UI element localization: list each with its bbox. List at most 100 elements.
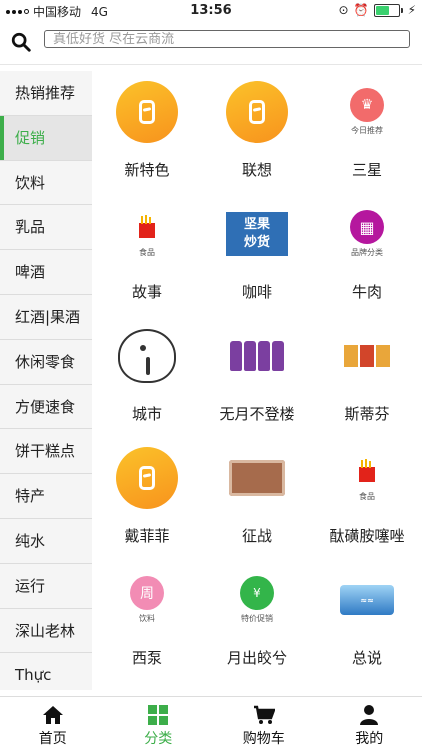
brand-thumbnail bbox=[108, 323, 186, 389]
food-badge-icon: 食品 bbox=[350, 454, 384, 502]
category-icon bbox=[148, 705, 168, 725]
orange-brand-logo-icon bbox=[116, 447, 178, 509]
tab-cart[interactable]: 购物车 bbox=[211, 697, 317, 751]
brand-name: 三星 bbox=[312, 159, 422, 180]
tab-cart-label: 购物车 bbox=[243, 731, 285, 747]
brand-grid-item[interactable]: ¥特价促销月出皎兮 bbox=[202, 559, 312, 681]
brand-category-icon: ▦品牌分类 bbox=[350, 210, 384, 258]
brand-name: 牛肉 bbox=[312, 281, 422, 302]
brand-thumbnail: ♛今日推荐 bbox=[328, 79, 406, 145]
brand-thumbnail: 食品 bbox=[328, 445, 406, 511]
sidebar-item[interactable]: 深山老林 bbox=[0, 609, 92, 654]
banner-line: 炒货 bbox=[226, 234, 288, 252]
sidebar-item[interactable]: 休闲零食 bbox=[0, 340, 92, 385]
sidebar-item[interactable]: 纯水 bbox=[0, 519, 92, 564]
brand-name: 总说 bbox=[312, 647, 422, 668]
brand-name: 新特色 bbox=[92, 159, 202, 180]
battery-icon bbox=[374, 4, 400, 17]
thumb-caption: 食品 bbox=[139, 247, 155, 258]
brand-thumbnail: ¥特价促销 bbox=[218, 567, 296, 633]
sidebar-item[interactable]: 啤酒 bbox=[0, 250, 92, 295]
sidebar-item[interactable]: 饼干糕点 bbox=[0, 429, 92, 474]
drink-badge-icon: 周饮料 bbox=[130, 576, 164, 624]
elephant-logo-icon bbox=[118, 329, 176, 383]
cart-icon bbox=[253, 705, 275, 725]
orange-brand-logo-icon bbox=[116, 81, 178, 143]
search-bar bbox=[0, 22, 422, 65]
thumb-caption: 特价促销 bbox=[241, 613, 273, 624]
brand-grid-item[interactable]: 新特色 bbox=[92, 71, 202, 193]
sidebar-item[interactable]: Thực bbox=[0, 653, 92, 690]
status-bar: 中国移动 4G 13:56 ⊙ ⏰ ⚡ bbox=[0, 0, 422, 22]
snack-box-image bbox=[229, 460, 285, 496]
tab-home-label: 首页 bbox=[39, 731, 67, 747]
drink-bottles-image bbox=[230, 341, 284, 371]
brand-thumbnail bbox=[108, 445, 186, 511]
brand-thumbnail bbox=[218, 445, 296, 511]
brand-name: 西泵 bbox=[92, 647, 202, 668]
brand-grid-item[interactable]: 周饮料西泵 bbox=[92, 559, 202, 681]
sidebar-item[interactable]: 热销推荐 bbox=[0, 71, 92, 116]
brand-thumbnail: 坚果炒货 bbox=[218, 201, 296, 267]
sidebar-item[interactable]: 饮料 bbox=[0, 161, 92, 206]
aquafina-logo-icon: ≈≈ bbox=[340, 585, 394, 615]
tab-mine[interactable]: 我的 bbox=[317, 697, 422, 751]
sidebar-item[interactable]: 促销 bbox=[0, 116, 92, 161]
brand-name: 征战 bbox=[202, 525, 312, 546]
tab-mine-label: 我的 bbox=[355, 731, 383, 747]
sidebar-item[interactable]: 方便速食 bbox=[0, 385, 92, 430]
brand-name: 无月不登楼 bbox=[202, 403, 312, 424]
brand-name: 戴菲菲 bbox=[92, 525, 202, 546]
brand-thumbnail: ≈≈ bbox=[328, 567, 406, 633]
brand-thumbnail: 周饮料 bbox=[108, 567, 186, 633]
sidebar-item[interactable]: 乳品 bbox=[0, 205, 92, 250]
brand-grid: 新特色联想♛今日推荐三星食品故事坚果炒货咖啡▦品牌分类牛肉城市无月不登楼斯蒂芬戴… bbox=[92, 71, 422, 690]
search-icon[interactable] bbox=[10, 31, 32, 53]
brand-thumbnail bbox=[218, 79, 296, 145]
food-badge-icon: 食品 bbox=[130, 210, 164, 258]
sidebar-item[interactable]: 运行 bbox=[0, 564, 92, 609]
brand-thumbnail bbox=[218, 323, 296, 389]
charging-icon: ⚡ bbox=[408, 3, 416, 17]
brand-name: 城市 bbox=[92, 403, 202, 424]
brand-grid-item[interactable]: 食品故事 bbox=[92, 193, 202, 315]
tab-category-label: 分类 bbox=[144, 731, 172, 747]
special-offer-icon: ¥特价促销 bbox=[240, 576, 274, 624]
brand-grid-item[interactable]: 城市 bbox=[92, 315, 202, 437]
thumb-caption: 品牌分类 bbox=[351, 247, 383, 258]
crown-badge-icon: ♛今日推荐 bbox=[350, 88, 384, 136]
brand-thumbnail bbox=[328, 323, 406, 389]
brand-grid-item[interactable]: ≈≈ 总说 bbox=[312, 559, 422, 681]
tab-home[interactable]: 首页 bbox=[0, 697, 106, 751]
thumb-caption: 饮料 bbox=[139, 613, 155, 624]
brand-grid-item[interactable]: 无月不登楼 bbox=[202, 315, 312, 437]
brand-grid-item[interactable]: 斯蒂芬 bbox=[312, 315, 422, 437]
orange-brand-logo-icon bbox=[226, 81, 288, 143]
sidebar-item[interactable]: 红酒|果酒 bbox=[0, 295, 92, 340]
brand-name: 故事 bbox=[92, 281, 202, 302]
category-sidebar: 热销推荐促销饮料乳品啤酒红酒|果酒休闲零食方便速食饼干糕点特产纯水运行深山老林T… bbox=[0, 71, 92, 690]
brand-grid-item[interactable]: 坚果炒货咖啡 bbox=[202, 193, 312, 315]
brand-name: 联想 bbox=[202, 159, 312, 180]
noodle-cups-image bbox=[344, 345, 390, 367]
brand-thumbnail bbox=[108, 79, 186, 145]
brand-thumbnail: ▦品牌分类 bbox=[328, 201, 406, 267]
brand-grid-item[interactable]: 联想 bbox=[202, 71, 312, 193]
brand-grid-item[interactable]: 戴菲菲 bbox=[92, 437, 202, 559]
brand-grid-item[interactable]: ♛今日推荐三星 bbox=[312, 71, 422, 193]
sidebar-item[interactable]: 特产 bbox=[0, 474, 92, 519]
home-icon bbox=[42, 705, 64, 725]
thumb-caption: 今日推荐 bbox=[351, 125, 383, 136]
brand-grid-item[interactable]: ▦品牌分类牛肉 bbox=[312, 193, 422, 315]
brand-grid-item[interactable]: 食品酞磺胺噻唑 bbox=[312, 437, 422, 559]
alarm-icon: ⏰ bbox=[354, 3, 369, 17]
bottom-tab-bar: 首页 分类 购物车 我的 bbox=[0, 696, 422, 751]
user-icon bbox=[360, 705, 378, 725]
banner-line: 坚果 bbox=[226, 216, 288, 234]
tab-category[interactable]: 分类 bbox=[106, 697, 212, 751]
rotation-lock-icon: ⊙ bbox=[339, 3, 349, 17]
brand-grid-item[interactable]: 征战 bbox=[202, 437, 312, 559]
brand-name: 月出皎兮 bbox=[202, 647, 312, 668]
search-input[interactable] bbox=[44, 30, 410, 48]
brand-name: 咖啡 bbox=[202, 281, 312, 302]
